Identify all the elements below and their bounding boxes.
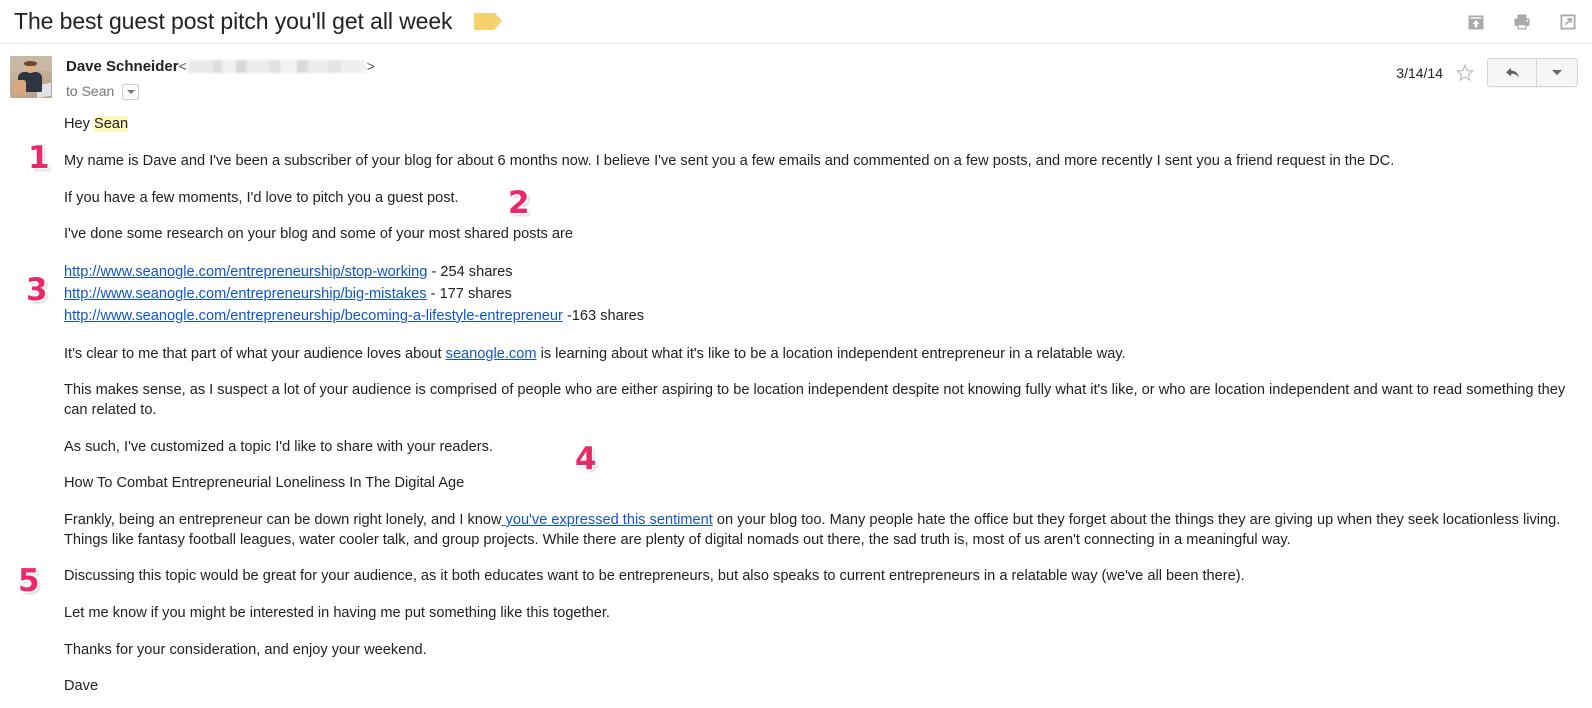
star-outline-icon[interactable] [1455, 63, 1475, 83]
greeting-prefix: Hey [64, 116, 95, 133]
topic-title: How To Combat Entrepreneurial Loneliness… [64, 475, 465, 492]
paragraph-5: This makes sense, as I suspect a lot of … [64, 382, 1566, 418]
paragraph-1: My name is Dave and I've been a subscrib… [64, 152, 1395, 169]
shared-post-link-1[interactable]: http://www.seanogle.com/entrepreneurship… [64, 264, 427, 280]
chevron-down-icon [1552, 70, 1562, 75]
reply-button-group [1487, 58, 1578, 87]
paragraph-4: It's clear to me that part of what your … [64, 345, 1578, 365]
paragraph-2: If you have a few moments, I'd love to p… [64, 189, 459, 206]
message-date: 3/14/14 [1396, 64, 1443, 81]
shared-post-shares-3: -163 shares [562, 307, 645, 324]
list-item: http://www.seanogle.com/entrepreneurship… [64, 262, 1578, 284]
shared-post-shares-2: - 177 shares [426, 285, 512, 302]
shared-post-link-2[interactable]: http://www.seanogle.com/entrepreneurship… [64, 286, 427, 302]
paragraph-9: Discussing this topic would be great for… [64, 568, 1245, 585]
recipient-label: to Sean [66, 83, 115, 100]
list-item: http://www.seanogle.com/entrepreneurship… [64, 284, 1578, 306]
paragraph-8: Frankly, being an entrepreneur can be do… [64, 511, 1578, 550]
print-icon[interactable] [1512, 12, 1532, 32]
annotation-marker-5: 5 [18, 563, 40, 599]
annotation-marker-3: 3 [26, 272, 48, 308]
email-header-bar: The best guest post pitch you'll get all… [0, 0, 1592, 44]
recipient-line: to Sean [66, 82, 375, 101]
shared-posts-list: http://www.seanogle.com/entrepreneurship… [64, 262, 1578, 328]
signature: Dave [64, 678, 99, 695]
label-tag-icon[interactable] [474, 13, 503, 30]
annotation-marker-4: 4 [575, 441, 597, 477]
sender-line: Dave Schneider< > [66, 57, 375, 77]
shared-post-link-3[interactable]: http://www.seanogle.com/entrepreneurship… [64, 308, 563, 324]
annotation-marker-1: 1 [28, 140, 50, 176]
sender-email-redacted [187, 60, 366, 73]
open-in-new-window-icon[interactable] [1558, 12, 1578, 32]
email-open-bracket: < [178, 58, 187, 74]
paragraph-10: Let me know if you might be interested i… [64, 605, 610, 622]
sender-block: Dave Schneider< > to Sean [66, 56, 375, 101]
page-title: The best guest post pitch you'll get all… [14, 8, 453, 34]
email-body-text: Hey Sean My name is Dave and I've been a… [64, 115, 1578, 697]
paragraph-6: As such, I've customized a topic I'd lik… [64, 438, 493, 455]
paragraph-11: Thanks for your consideration, and enjoy… [64, 641, 427, 658]
header-actions [1466, 12, 1578, 32]
move-to-inbox-icon[interactable] [1466, 12, 1486, 32]
reply-more-button[interactable] [1536, 59, 1577, 86]
email-body: Hey Sean My name is Dave and I've been a… [0, 115, 1592, 697]
email-close-bracket: > [366, 58, 375, 74]
greeting-paragraph: Hey Sean [64, 115, 1578, 135]
paragraph-4-before: It's clear to me that part of what your … [64, 345, 446, 362]
avatar[interactable] [10, 56, 52, 98]
paragraph-4-after: is learning about what it's like to be a… [536, 345, 1126, 362]
annotation-marker-2: 2 [508, 185, 530, 221]
reply-button[interactable] [1488, 59, 1536, 86]
shared-post-shares-1: - 254 shares [427, 263, 513, 280]
paragraph-3: I've done some research on your blog and… [64, 226, 573, 243]
seanogle-link[interactable]: seanogle.com [446, 346, 537, 362]
sentiment-link[interactable]: you've expressed this sentiment [502, 512, 713, 528]
greeting-highlight: Sean [94, 116, 129, 133]
list-item: http://www.seanogle.com/entrepreneurship… [64, 306, 1578, 328]
details-caret-icon[interactable] [122, 83, 140, 100]
sender-name[interactable]: Dave Schneider [66, 58, 179, 75]
paragraph-8-before: Frankly, being an entrepreneur can be do… [64, 512, 502, 528]
message-meta-right: 3/14/14 [1396, 56, 1578, 87]
message-header: Dave Schneider< > to Sean 3/14/14 [0, 44, 1592, 101]
